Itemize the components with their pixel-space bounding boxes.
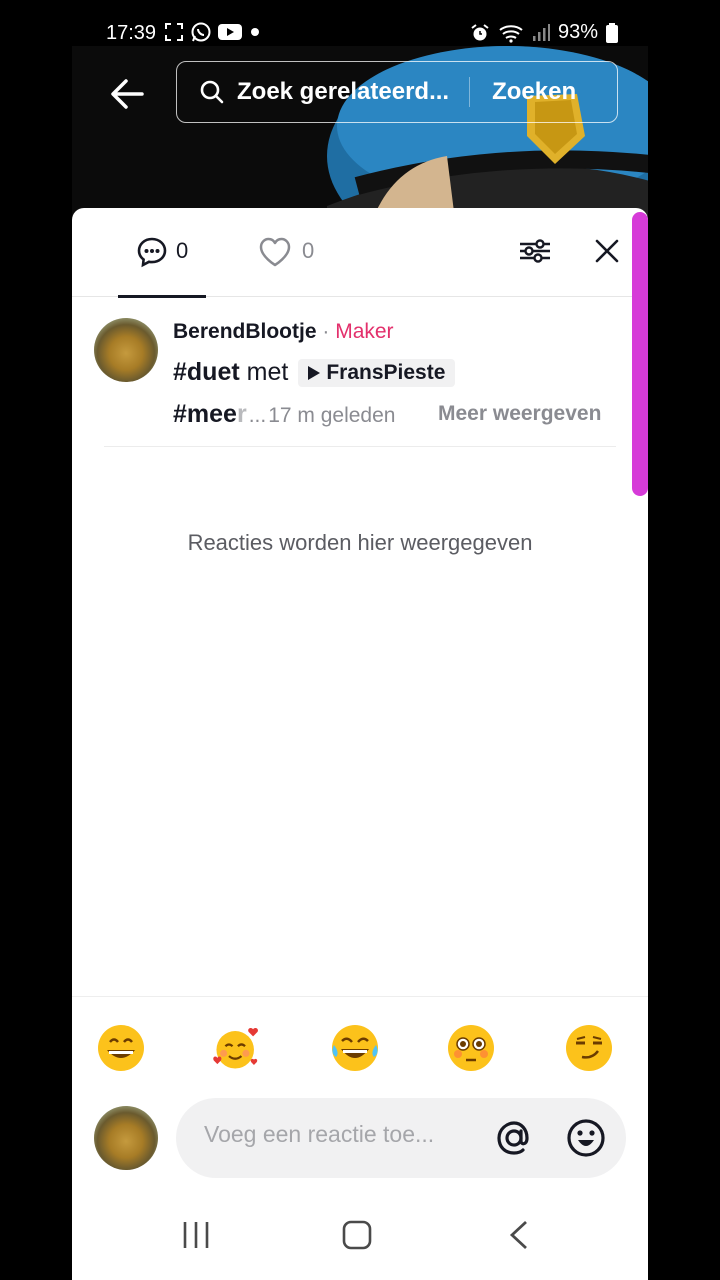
likes-count: 0 bbox=[302, 238, 315, 263]
comment-timestamp: 17 m geleden bbox=[268, 404, 396, 427]
mention-chip[interactable]: FransPieste bbox=[298, 358, 456, 387]
search-bar[interactable]: Zoek gerelateerd... Zoeken bbox=[176, 61, 618, 123]
recent-apps-button[interactable] bbox=[182, 1220, 210, 1255]
caption-line-1: #duet met FransPieste bbox=[173, 358, 456, 387]
search-divider bbox=[469, 77, 471, 107]
play-icon bbox=[308, 365, 321, 380]
chevron-left-icon bbox=[509, 1220, 527, 1250]
comment-input-box[interactable] bbox=[176, 1098, 626, 1178]
battery-icon bbox=[606, 22, 618, 43]
close-icon bbox=[595, 239, 619, 263]
face-with-tears-of-joy-emoji-icon[interactable] bbox=[330, 1023, 380, 1073]
system-nav-bar bbox=[72, 1196, 648, 1280]
tab-comments[interactable]: 0 bbox=[118, 208, 206, 298]
home-button[interactable] bbox=[342, 1220, 372, 1255]
status-time: 17:39 bbox=[106, 22, 157, 44]
separator-dot: · bbox=[322, 320, 330, 343]
arrow-left-icon bbox=[111, 79, 144, 109]
status-bar: 17:39 93% bbox=[72, 0, 648, 46]
search-button[interactable]: Zoeken bbox=[492, 78, 576, 106]
avatar[interactable] bbox=[94, 318, 158, 382]
caption-line-2: #mee r ... 17 m geleden Meer weergeven bbox=[173, 400, 601, 429]
my-avatar[interactable] bbox=[94, 1106, 158, 1170]
hashtag-truncated[interactable]: #mee bbox=[173, 400, 237, 429]
comment-bubble-icon bbox=[137, 237, 167, 268]
hashtag-duet[interactable]: #duet bbox=[173, 358, 240, 387]
smiling-face-with-hearts-emoji-icon[interactable] bbox=[212, 1023, 262, 1073]
divider bbox=[104, 446, 616, 447]
smirking-face-emoji-icon[interactable] bbox=[564, 1023, 614, 1073]
mention-name: FransPieste bbox=[326, 360, 446, 384]
comment-input-row bbox=[72, 1098, 648, 1188]
youtube-icon bbox=[218, 24, 242, 40]
home-icon bbox=[342, 1220, 372, 1250]
filter-button[interactable] bbox=[518, 236, 552, 271]
see-more-link[interactable]: Meer weergeven bbox=[438, 402, 601, 426]
recents-icon bbox=[183, 1222, 209, 1248]
system-back-button[interactable] bbox=[508, 1220, 530, 1255]
back-button[interactable] bbox=[108, 74, 148, 114]
comment-input[interactable] bbox=[202, 1120, 486, 1149]
notification-icons bbox=[164, 21, 262, 43]
whatsapp-icon bbox=[191, 22, 211, 42]
emoji-picker-button[interactable] bbox=[566, 1118, 606, 1163]
comment-tabs: 0 0 bbox=[72, 208, 648, 298]
comment-username[interactable]: BerendBlootje bbox=[173, 320, 317, 343]
wifi-icon bbox=[499, 24, 523, 43]
mention-button[interactable] bbox=[494, 1118, 534, 1163]
signal-icon bbox=[532, 23, 550, 41]
heart-icon bbox=[259, 237, 291, 267]
emoji-quick-bar bbox=[72, 996, 648, 1097]
comments-count: 0 bbox=[176, 238, 189, 263]
flushed-face-emoji-icon[interactable] bbox=[446, 1023, 496, 1073]
system-status: 93% bbox=[470, 21, 618, 44]
sliders-icon bbox=[520, 239, 550, 263]
comment-author-line: BerendBlootje · Maker bbox=[173, 320, 394, 344]
hashtag-fade: r bbox=[236, 400, 247, 428]
phone-screen: 17:39 93% Zoek gerelateerd... Zoeken 0 0… bbox=[72, 0, 648, 1280]
grinning-face-emoji-icon[interactable] bbox=[96, 1023, 146, 1073]
dot-icon bbox=[251, 28, 259, 36]
at-sign-icon bbox=[497, 1121, 529, 1155]
search-input[interactable]: Zoek gerelateerd... bbox=[237, 78, 449, 106]
smiley-icon bbox=[567, 1119, 605, 1157]
screenshot-icon bbox=[165, 23, 183, 41]
comments-sheet: 0 0 BerendBlootje · Maker #duet met Fran… bbox=[72, 208, 648, 1280]
alarm-icon bbox=[471, 23, 489, 40]
ellipsis: ... bbox=[248, 404, 267, 427]
scrollbar[interactable] bbox=[632, 212, 648, 496]
empty-comments-message: Reacties worden hier weergegeven bbox=[187, 530, 533, 555]
battery-percent: 93% bbox=[557, 21, 598, 43]
maker-badge: Maker bbox=[335, 320, 394, 343]
caption-text: met bbox=[246, 358, 289, 386]
close-button[interactable] bbox=[594, 238, 620, 269]
creator-caption-comment: BerendBlootje · Maker #duet met FransPie… bbox=[72, 296, 648, 448]
search-icon bbox=[200, 80, 224, 104]
